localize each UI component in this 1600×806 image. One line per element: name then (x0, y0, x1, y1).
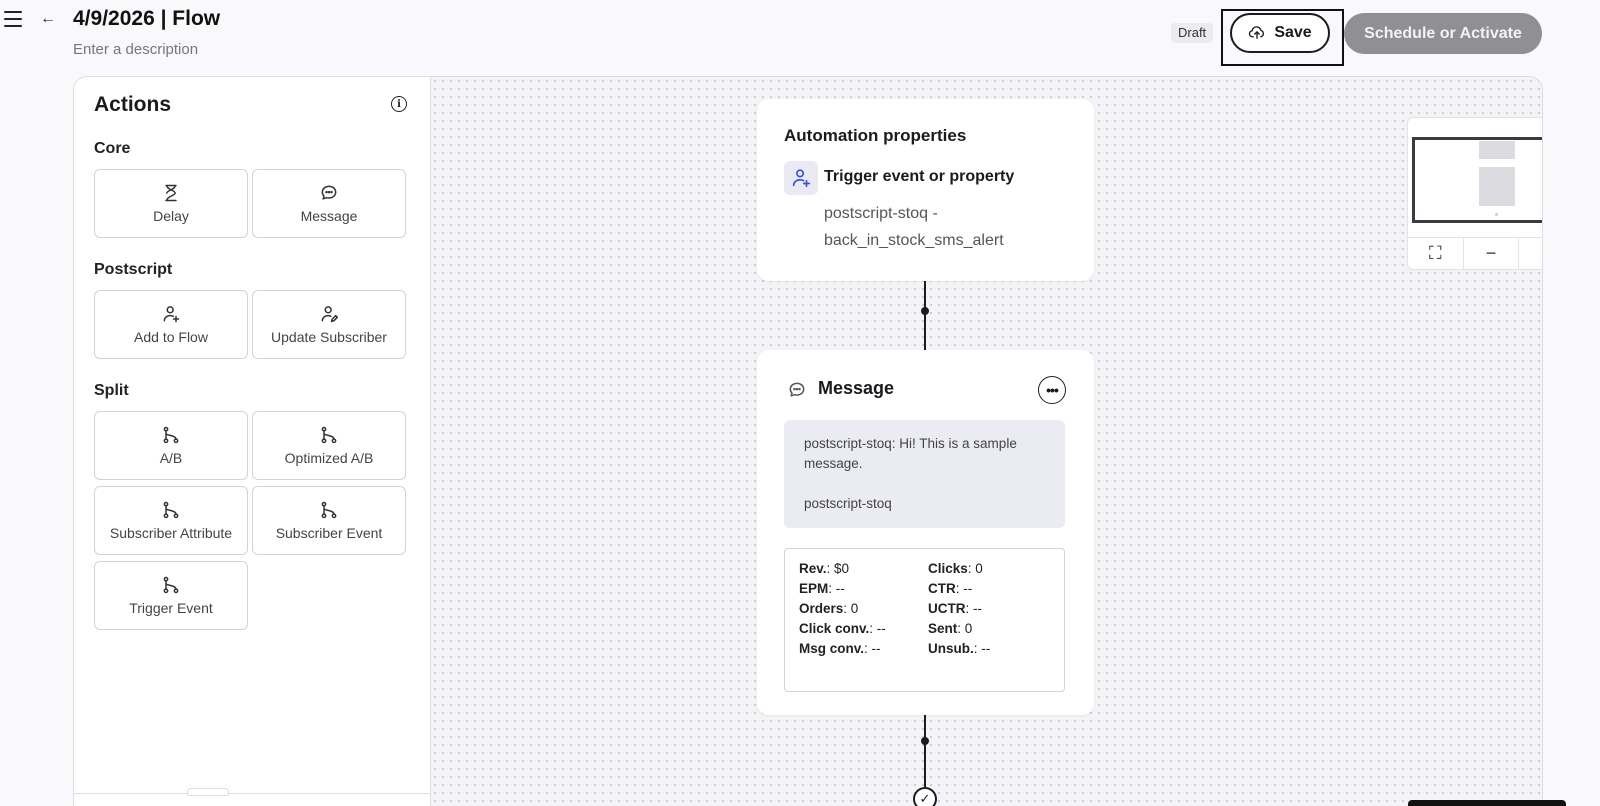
minimap[interactable]: ⛶ − + (1407, 117, 1542, 270)
action-optimized-ab-split[interactable]: Optimized A/B (252, 411, 406, 480)
stat-epm: EPM: -- (799, 581, 845, 596)
save-label: Save (1274, 24, 1312, 41)
stat-sent: Sent: 0 (928, 621, 973, 636)
user-plus-icon (161, 304, 181, 324)
action-label: Trigger Event (129, 600, 213, 616)
flow-connector (924, 281, 926, 350)
action-label: Message (300, 208, 358, 224)
card-title: Automation properties (784, 126, 967, 145)
action-label: Update Subscriber (271, 329, 387, 345)
schedule-activate-button[interactable]: Schedule or Activate (1344, 13, 1542, 54)
split-icon (319, 425, 339, 445)
sidebar-bottom-tab[interactable] (187, 788, 229, 796)
message-stats: Rev.: $0 Clicks: 0 EPM: -- CTR: -- Order… (784, 548, 1065, 692)
actions-sidebar: Actions i Core Delay Message Postscript … (74, 77, 431, 806)
preview-sender: postscript-stoq (804, 496, 892, 511)
description-input[interactable]: Enter a description (73, 41, 198, 58)
minimap-node (1479, 167, 1515, 206)
menu-icon[interactable] (4, 11, 22, 27)
minimap-node (1479, 141, 1515, 159)
message-preview: postscript-stoq: Hi! This is a sample me… (784, 420, 1065, 528)
action-label: Optimized A/B (284, 450, 374, 466)
stat-rev: Rev.: $0 (799, 561, 850, 576)
user-edit-icon (319, 304, 339, 324)
message-node-card[interactable]: Message ••• postscript-stoq: Hi! This is… (757, 350, 1094, 715)
action-label: Delay (153, 208, 189, 224)
split-icon (319, 500, 339, 520)
chat-bubble-icon (319, 183, 339, 203)
user-plus-icon (784, 161, 818, 195)
minimap-node (1495, 213, 1498, 216)
sidebar-title: Actions (94, 93, 172, 116)
action-subscriber-attribute-split[interactable]: Subscriber Attribute (94, 486, 248, 555)
split-icon (161, 575, 181, 595)
minimap-viewport[interactable] (1412, 137, 1542, 223)
card-title: Message (818, 378, 895, 398)
save-button[interactable]: Save (1230, 13, 1330, 53)
trigger-title: Trigger event or property (824, 168, 1015, 185)
section-split: Split (94, 382, 129, 399)
stat-unsub: Unsub.: -- (928, 641, 991, 656)
split-icon (161, 500, 181, 520)
flow-editor: Actions i Core Delay Message Postscript … (73, 76, 1543, 806)
zoom-out-icon[interactable]: − (1464, 238, 1520, 269)
zoom-controls: ⛶ − + (1408, 237, 1542, 269)
action-label: Add to Flow (134, 329, 208, 345)
action-label: A/B (159, 450, 183, 466)
info-icon[interactable]: i (391, 96, 407, 112)
stat-orders: Orders: 0 (799, 601, 859, 616)
fullscreen-icon[interactable]: ⛶ (1408, 238, 1464, 269)
cloud-upload-icon (1249, 26, 1265, 39)
flow-canvas[interactable]: Automation properties Trigger event or p… (431, 77, 1542, 806)
chat-bubble-icon (789, 382, 805, 397)
trigger-value: postscript-stoq - back_in_stock_sms_aler… (824, 205, 1004, 249)
back-arrow-icon[interactable]: ← (40, 10, 56, 28)
zoom-in-icon[interactable]: + (1519, 238, 1542, 269)
flow-connector (924, 715, 926, 787)
stat-click-conv: Click conv.: -- (799, 621, 886, 636)
status-badge: Draft (1171, 23, 1214, 43)
action-update-subscriber[interactable]: Update Subscriber (252, 290, 406, 359)
connector-node (921, 307, 929, 315)
action-trigger-event-split[interactable]: Trigger Event (94, 561, 248, 630)
stat-clicks: Clicks: 0 (928, 561, 983, 576)
section-postscript: Postscript (94, 261, 173, 278)
stat-msg-conv: Msg conv.: -- (799, 641, 881, 656)
stat-uctr: UCTR: -- (928, 601, 983, 616)
action-ab-split[interactable]: A/B (94, 411, 248, 480)
section-core: Core (94, 140, 131, 157)
action-label: Subscriber Event (275, 525, 383, 541)
connector-node (921, 737, 929, 745)
preview-text: postscript-stoq: Hi! This is a sample me… (804, 436, 1017, 471)
action-label: Subscriber Attribute (109, 525, 233, 541)
split-icon (161, 425, 181, 445)
bottom-panel-handle[interactable] (1408, 800, 1566, 806)
more-options-icon[interactable]: ••• (1038, 376, 1066, 404)
hourglass-icon (161, 183, 181, 203)
action-message[interactable]: Message (252, 169, 406, 238)
end-checkmark-icon[interactable]: ✓ (913, 787, 937, 806)
action-subscriber-event-split[interactable]: Subscriber Event (252, 486, 406, 555)
stat-ctr: CTR: -- (928, 581, 973, 596)
action-delay[interactable]: Delay (94, 169, 248, 238)
sidebar-divider (74, 793, 430, 794)
page-title: 4/9/2026 | Flow (73, 7, 221, 30)
automation-properties-card[interactable]: Automation properties Trigger event or p… (757, 99, 1094, 281)
action-add-to-flow[interactable]: Add to Flow (94, 290, 248, 359)
